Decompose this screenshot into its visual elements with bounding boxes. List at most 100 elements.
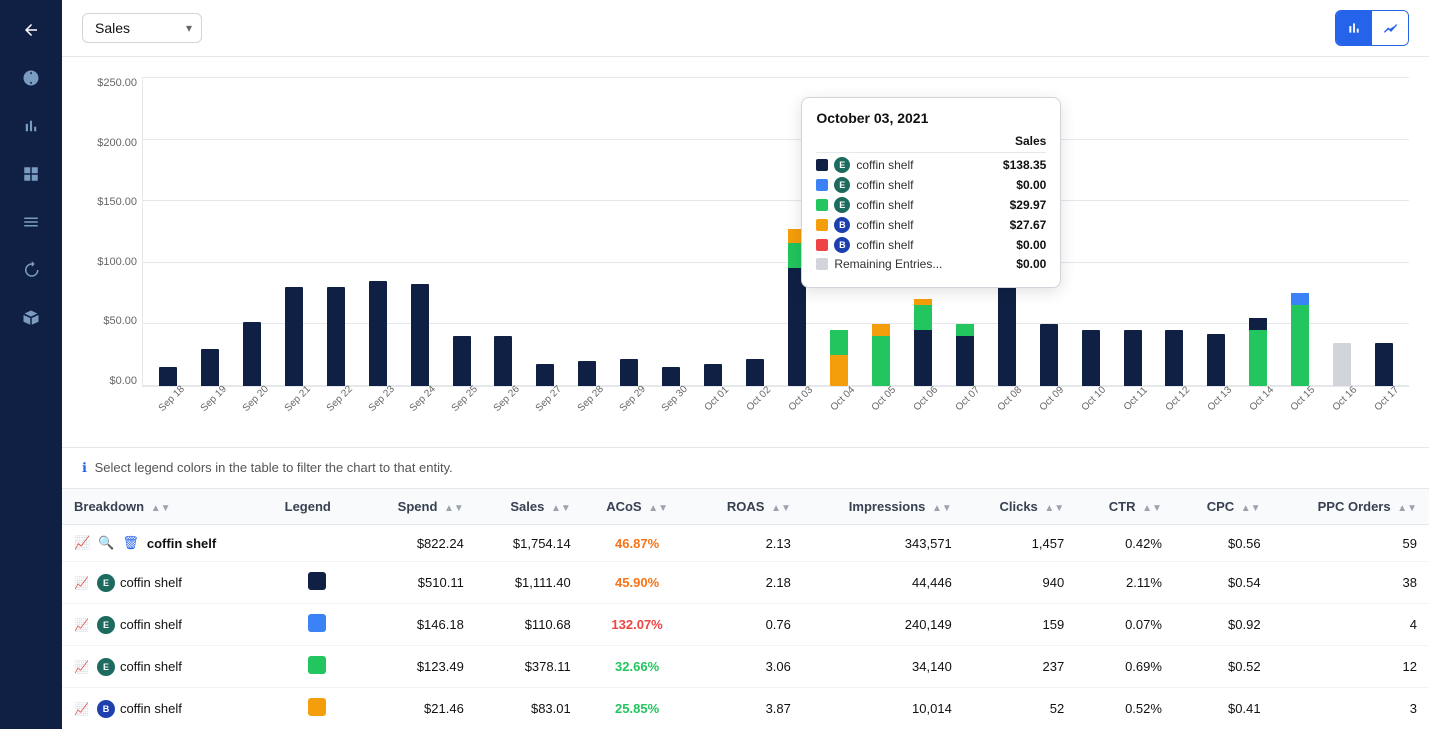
ctr-cell: 0.69%: [1076, 646, 1174, 688]
bar-segment: [662, 367, 680, 386]
tooltip-item-value: $29.97: [1010, 198, 1047, 212]
breakdown-name: coffin shelf: [120, 701, 182, 716]
breakdown-cell: 📈 E coffin shelf: [62, 562, 273, 604]
bar-group: [735, 77, 775, 386]
bar-group: [567, 77, 607, 386]
data-table: Breakdown ▲▼ Legend Spend ▲▼ Sales ▲▼ AC…: [62, 489, 1429, 729]
bar-group: [274, 77, 314, 386]
tooltip-row: Bcoffin shelf$0.00: [816, 237, 1046, 253]
tooltip-item-name: coffin shelf: [856, 218, 1003, 232]
package-icon[interactable]: [11, 298, 51, 338]
bar-group: [484, 77, 524, 386]
back-icon[interactable]: [11, 10, 51, 50]
tooltip-badge: E: [834, 177, 850, 193]
legend-cell[interactable]: [273, 525, 362, 562]
sales-cell: $1,111.40: [476, 562, 583, 604]
trend-icon[interactable]: 📈: [74, 618, 89, 632]
cpc-cell: $0.92: [1174, 604, 1273, 646]
sales-dropdown-wrapper[interactable]: Sales Spend Impressions Clicks CTR CPC R…: [82, 13, 202, 43]
col-acos[interactable]: ACoS ▲▼: [583, 489, 692, 525]
bar-group: [525, 77, 565, 386]
chart-container: $250.00 $200.00 $150.00 $100.00 $50.00 $…: [62, 57, 1429, 447]
list-icon[interactable]: [11, 202, 51, 242]
trend-icon[interactable]: 📈: [74, 702, 89, 716]
roas-cell: 2.18: [691, 562, 802, 604]
bar-group: [190, 77, 230, 386]
impressions-cell: 10,014: [803, 688, 964, 729]
clicks-cell: 159: [964, 604, 1076, 646]
col-roas[interactable]: ROAS ▲▼: [691, 489, 802, 525]
breakdown-name: coffin shelf: [120, 617, 182, 632]
col-ctr[interactable]: CTR ▲▼: [1076, 489, 1174, 525]
clicks-cell: 940: [964, 562, 1076, 604]
sales-cell: $110.68: [476, 604, 583, 646]
breakdown-cell: 📈 E coffin shelf: [62, 646, 273, 688]
table-row: 📈 E coffin shelf $510.11$1,111.4045.90%2…: [62, 562, 1429, 604]
bar-group: [316, 77, 356, 386]
bar-segment: [1207, 334, 1225, 386]
cpc-cell: $0.56: [1174, 525, 1273, 562]
spend-cell: $21.46: [362, 688, 476, 729]
breakdown-cell: 📈 🔍 🗑 coffin shelf: [62, 525, 273, 562]
tooltip-item-name: coffin shelf: [856, 178, 1010, 192]
legend-cell[interactable]: [273, 562, 362, 604]
y-label: $250.00: [82, 77, 137, 89]
tooltip-item-name: coffin shelf: [856, 238, 1010, 252]
spend-cell: $822.24: [362, 525, 476, 562]
bar-segment: [327, 287, 345, 386]
bar-segment: [159, 367, 177, 386]
col-ppc-orders[interactable]: PPC Orders ▲▼: [1273, 489, 1429, 525]
legend-cell[interactable]: [273, 604, 362, 646]
acos-cell: 45.90%: [583, 562, 692, 604]
cpc-cell: $0.41: [1174, 688, 1273, 729]
line-chart-button[interactable]: [1372, 11, 1408, 45]
bar-segment: [1040, 324, 1058, 386]
grid-icon[interactable]: [11, 154, 51, 194]
info-text: Select legend colors in the table to fil…: [95, 460, 453, 475]
analytics-icon[interactable]: [11, 106, 51, 146]
tooltip-rows: Ecoffin shelf$138.35Ecoffin shelf$0.00Ec…: [816, 157, 1046, 271]
col-breakdown[interactable]: Breakdown ▲▼: [62, 489, 273, 525]
tooltip-row: Ecoffin shelf$138.35: [816, 157, 1046, 173]
col-cpc[interactable]: CPC ▲▼: [1174, 489, 1273, 525]
dashboard-icon[interactable]: [11, 58, 51, 98]
legend-swatch[interactable]: [308, 698, 326, 716]
col-sales[interactable]: Sales ▲▼: [476, 489, 583, 525]
top-bar: Sales Spend Impressions Clicks CTR CPC R…: [62, 0, 1429, 57]
trend-icon[interactable]: 📈: [74, 576, 89, 590]
col-clicks[interactable]: Clicks ▲▼: [964, 489, 1076, 525]
acos-cell: 25.85%: [583, 688, 692, 729]
bar-group: [1155, 77, 1195, 386]
bar-segment: [1082, 330, 1100, 386]
legend-swatch[interactable]: [308, 656, 326, 674]
col-spend[interactable]: Spend ▲▼: [362, 489, 476, 525]
ctr-cell: 2.11%: [1076, 562, 1174, 604]
col-impressions[interactable]: Impressions ▲▼: [803, 489, 964, 525]
legend-swatch[interactable]: [308, 572, 326, 590]
tooltip-item-name: Remaining Entries...: [834, 257, 1010, 271]
trend-icon[interactable]: 📈: [74, 535, 90, 551]
legend-cell[interactable]: [273, 646, 362, 688]
legend-cell[interactable]: [273, 688, 362, 729]
table-body: 📈 🔍 🗑 coffin shelf $822.24$1,754.1446.87…: [62, 525, 1429, 729]
bar-chart-button[interactable]: [1336, 11, 1372, 45]
delete-icon[interactable]: 🗑: [122, 535, 139, 551]
ppc-orders-cell: 4: [1273, 604, 1429, 646]
trend-icon[interactable]: 📈: [74, 660, 89, 674]
impressions-cell: 343,571: [803, 525, 964, 562]
sidebar: [0, 0, 62, 729]
bar-segment: [1249, 330, 1267, 386]
tooltip-item-name: coffin shelf: [856, 198, 1003, 212]
history-icon[interactable]: [11, 250, 51, 290]
roas-cell: 3.06: [691, 646, 802, 688]
impressions-cell: 44,446: [803, 562, 964, 604]
tooltip-header-col: Sales: [1015, 134, 1046, 148]
entity-badge: E: [97, 616, 115, 634]
search-icon[interactable]: 🔍: [98, 535, 114, 551]
legend-swatch[interactable]: [308, 614, 326, 632]
col-legend[interactable]: Legend: [273, 489, 362, 525]
tooltip-badge: E: [834, 157, 850, 173]
bar-segment: [830, 355, 848, 386]
tooltip-item-value: $0.00: [1016, 178, 1046, 192]
metric-dropdown[interactable]: Sales Spend Impressions Clicks CTR CPC R…: [82, 13, 202, 43]
